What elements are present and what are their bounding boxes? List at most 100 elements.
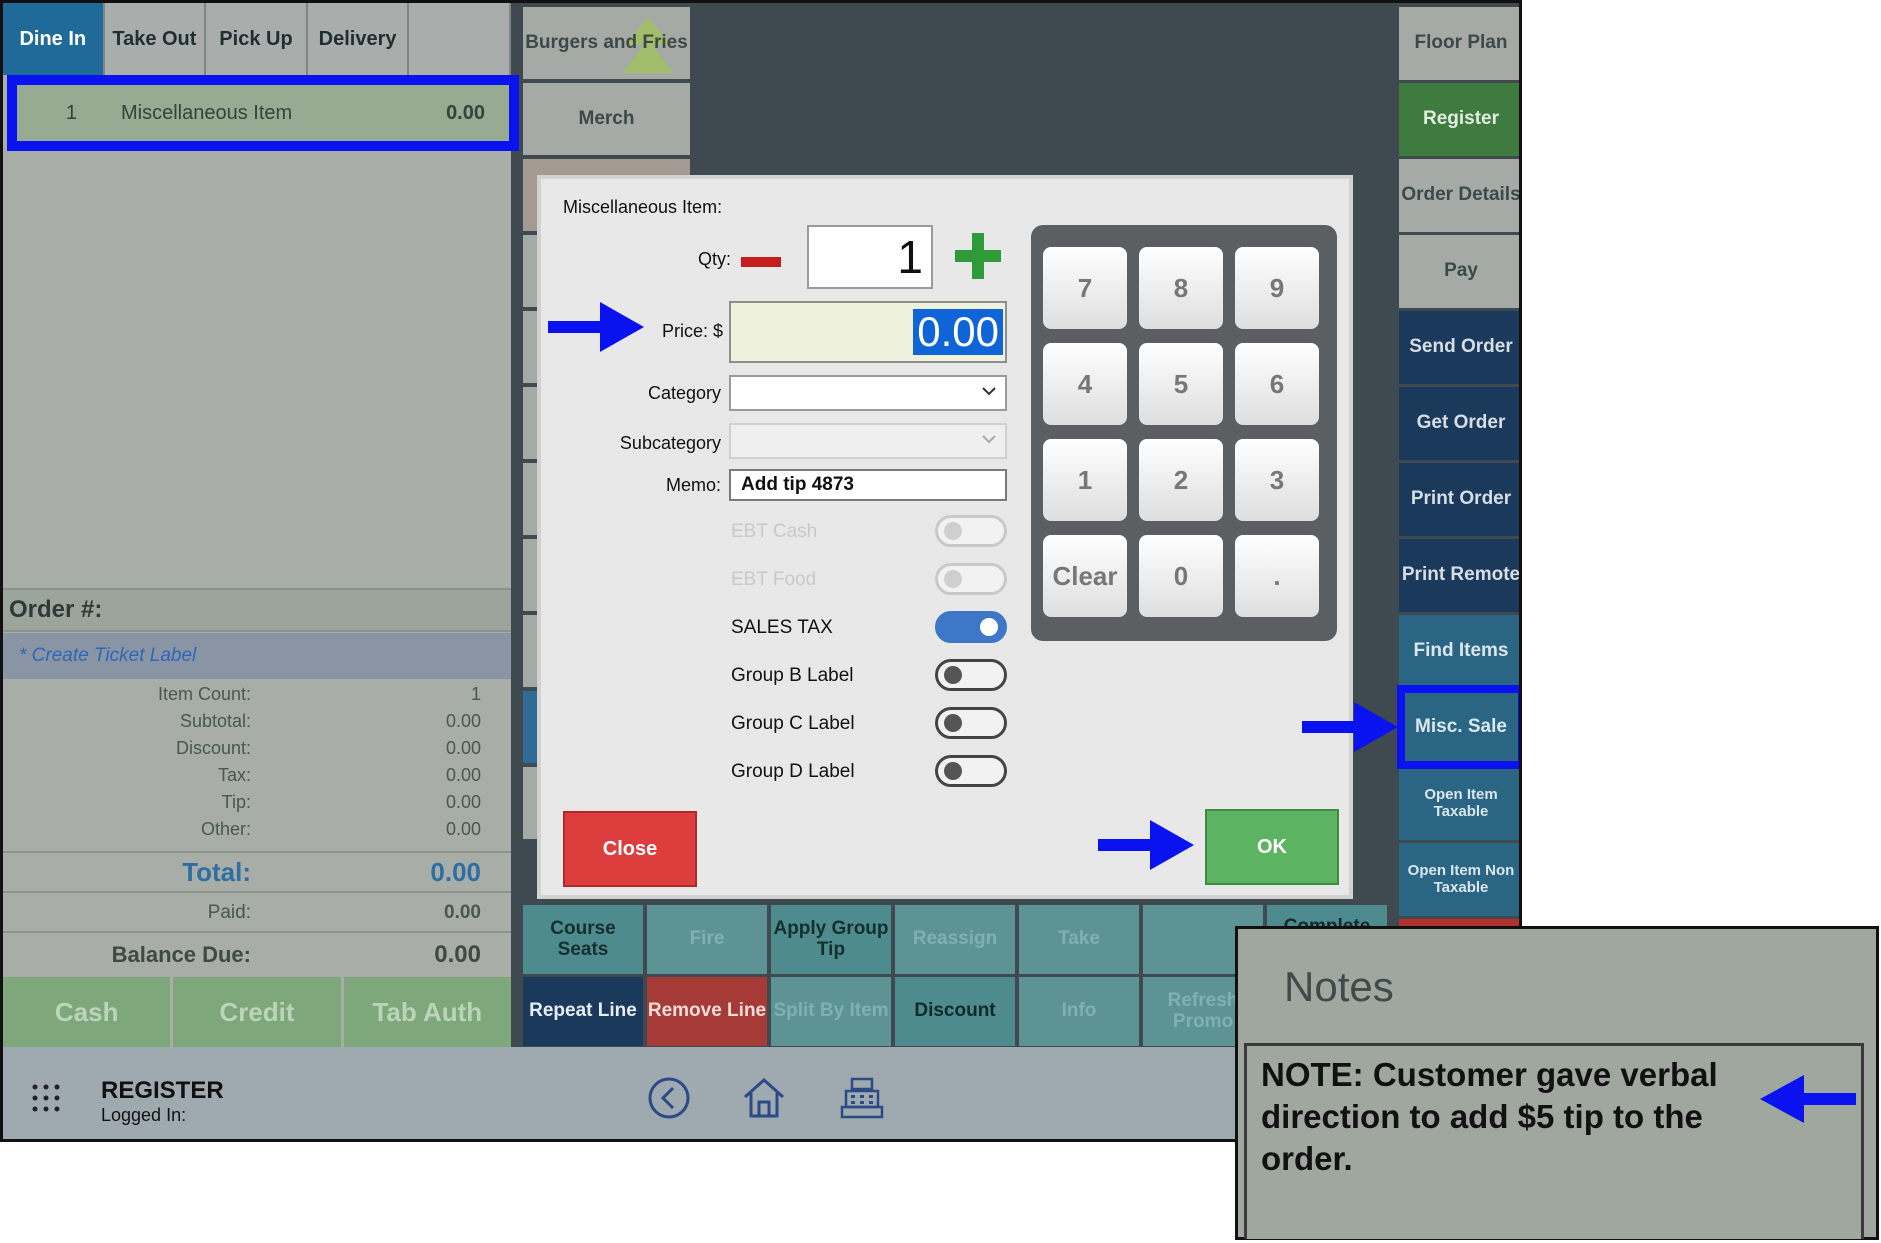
find-items-button[interactable]: Find Items	[1399, 615, 1519, 688]
key-0[interactable]: 0	[1139, 535, 1223, 617]
totals-label: Item Count:	[157, 684, 251, 704]
paid-row: Paid: 0.00	[3, 895, 511, 931]
cash-button[interactable]: Cash	[3, 977, 171, 1047]
open-item-non-taxable-button[interactable]: Open Item Non Taxable	[1399, 843, 1519, 916]
category-burgers-and-fries[interactable]: Burgers and Fries	[523, 7, 690, 79]
course-seats-button[interactable]: Course Seats	[523, 905, 643, 974]
register-button[interactable]: Register	[1399, 83, 1519, 156]
key-5[interactable]: 5	[1139, 343, 1223, 425]
totals-label: Subtotal:	[179, 711, 251, 731]
key-1[interactable]: 1	[1043, 439, 1127, 521]
memo-input[interactable]: Add tip 4873	[729, 469, 1007, 501]
order-details-button[interactable]: Order Details	[1399, 159, 1519, 232]
key-7[interactable]: 7	[1043, 247, 1127, 329]
remove-line-button[interactable]: Remove Line	[647, 977, 767, 1046]
totals-row-item-count: Item Count: 1	[3, 681, 511, 708]
dialog-title: Miscellaneous Item:	[563, 197, 723, 217]
line-item-row[interactable]: 1 Miscellaneous Item 0.00	[17, 85, 509, 141]
ok-button[interactable]: OK	[1205, 809, 1339, 885]
send-order-button[interactable]: Send Order	[1399, 311, 1519, 384]
take-button[interactable]: Take	[1019, 905, 1139, 974]
create-ticket-label-link[interactable]: * Create Ticket Label	[3, 633, 511, 679]
credit-button[interactable]: Credit	[173, 977, 341, 1047]
totals-row-tax: Tax: 0.00	[3, 762, 511, 789]
function-column: Floor Plan Register Order Details Pay Se…	[1399, 3, 1519, 1047]
logged-in-label: Logged In:	[101, 1105, 187, 1125]
totals-value: 0.00	[445, 792, 481, 812]
register-title: REGISTER	[101, 1077, 224, 1104]
balance-due-value: 0.00	[434, 941, 481, 968]
ebt-cash-label: EBT Cash	[731, 521, 818, 542]
tab-extra-disabled	[409, 3, 511, 75]
discount-button[interactable]: Discount	[895, 977, 1015, 1046]
paid-label: Paid:	[207, 902, 251, 923]
totals-row-other: Other: 0.00	[3, 816, 511, 843]
get-order-button[interactable]: Get Order	[1399, 387, 1519, 460]
cash-register-icon[interactable]	[839, 1075, 885, 1121]
memo-label: Memo:	[665, 475, 721, 495]
ebt-food-label: EBT Food	[731, 569, 817, 590]
fire-button[interactable]: Fire	[647, 905, 767, 974]
totals-label: Tax:	[217, 765, 251, 785]
repeat-line-button[interactable]: Repeat Line	[523, 977, 643, 1046]
line-item-amount: 0.00	[446, 101, 485, 124]
key-4[interactable]: 4	[1043, 343, 1127, 425]
sales-tax-label: SALES TAX	[731, 617, 833, 638]
home-icon[interactable]	[741, 1075, 787, 1121]
key-decimal[interactable]: .	[1235, 535, 1319, 617]
print-order-button[interactable]: Print Order	[1399, 463, 1519, 536]
tab-pick-up[interactable]: Pick Up	[206, 3, 308, 75]
key-9[interactable]: 9	[1235, 247, 1319, 329]
toggle-knob	[944, 570, 962, 588]
misc-sale-highlight-box	[1397, 685, 1519, 769]
notes-inset: Notes NOTE: Customer gave verbal directi…	[1235, 926, 1879, 1240]
tab-auth-button[interactable]: Tab Auth	[343, 977, 511, 1047]
key-clear[interactable]: Clear	[1043, 535, 1127, 617]
app-grid-icon[interactable]	[31, 1083, 61, 1113]
pay-button[interactable]: Pay	[1399, 235, 1519, 308]
order-type-tabs: Dine In Take Out Pick Up Delivery	[3, 3, 511, 75]
category-merch[interactable]: Merch	[523, 83, 690, 155]
tab-delivery[interactable]: Delivery	[307, 3, 410, 75]
group-c-toggle[interactable]	[935, 707, 1007, 739]
sales-tax-toggle[interactable]	[935, 611, 1007, 643]
group-b-label: Group B Label	[731, 665, 854, 686]
order-line-item-highlighted[interactable]: 1 Miscellaneous Item 0.00	[7, 75, 519, 151]
tab-dine-in[interactable]: Dine In	[3, 3, 105, 75]
tab-take-out[interactable]: Take Out	[104, 3, 207, 75]
key-2[interactable]: 2	[1139, 439, 1223, 521]
totals-value: 0.00	[445, 819, 481, 839]
group-b-toggle[interactable]	[935, 659, 1007, 691]
reassign-button[interactable]: Reassign	[895, 905, 1015, 974]
chevron-down-icon	[982, 387, 996, 396]
back-icon[interactable]	[646, 1075, 692, 1121]
split-by-item-button[interactable]: Split By Item	[771, 977, 891, 1046]
subcategory-select	[729, 423, 1007, 459]
group-c-label: Group C Label	[731, 713, 855, 734]
category-select[interactable]	[729, 375, 1007, 411]
qty-plus-button[interactable]	[953, 231, 1003, 281]
totals-row-discount: Discount: 0.00	[3, 735, 511, 762]
notes-title: Notes	[1284, 963, 1394, 1010]
floor-plan-button[interactable]: Floor Plan	[1399, 7, 1519, 80]
key-8[interactable]: 8	[1139, 247, 1223, 329]
payment-buttons: Cash Credit Tab Auth	[3, 977, 511, 1047]
info-button[interactable]: Info	[1019, 977, 1139, 1046]
print-remote-button[interactable]: Print Remote	[1399, 539, 1519, 612]
price-input[interactable]: 0.00	[729, 301, 1007, 363]
key-3[interactable]: 3	[1235, 439, 1319, 521]
close-button[interactable]: Close	[563, 811, 697, 887]
apply-group-tip-button[interactable]: Apply Group Tip	[771, 905, 891, 974]
toggle-knob	[944, 666, 962, 684]
paid-value: 0.00	[444, 902, 481, 923]
qty-input[interactable]: 1	[807, 225, 933, 289]
open-item-taxable-button[interactable]: Open Item Taxable	[1399, 767, 1519, 840]
toggle-knob	[944, 762, 962, 780]
key-6[interactable]: 6	[1235, 343, 1319, 425]
screenshot-stage: Dine In Take Out Pick Up Delivery Order …	[0, 0, 1881, 1243]
toggle-knob	[944, 714, 962, 732]
qty-minus-button[interactable]	[741, 257, 781, 267]
group-d-toggle[interactable]	[935, 755, 1007, 787]
price-value-selected: 0.00	[913, 309, 1003, 355]
order-number-label: Order #:	[3, 588, 511, 632]
